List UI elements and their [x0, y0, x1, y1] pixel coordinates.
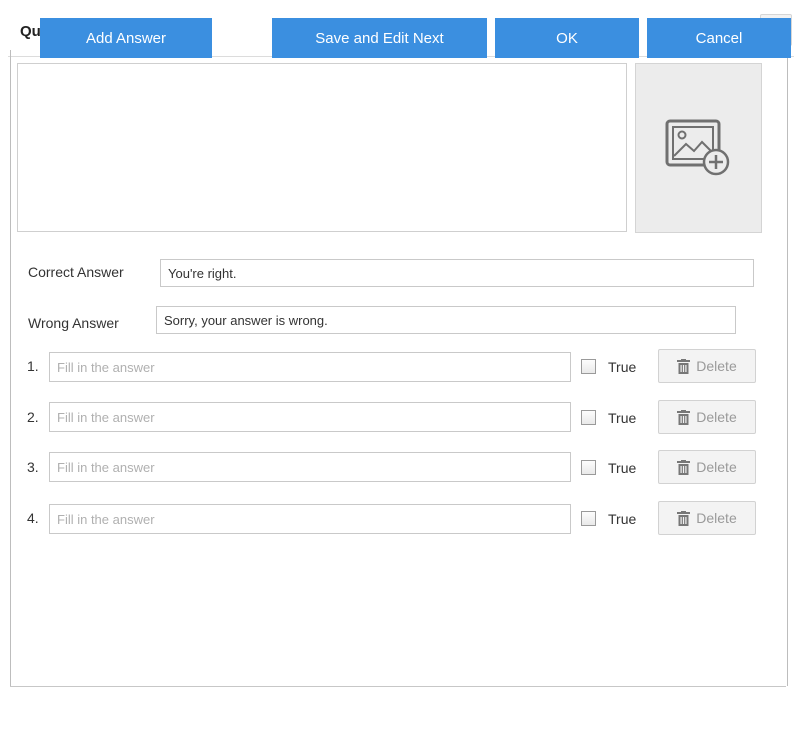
true-label: True: [608, 410, 637, 426]
answer-number: 4.: [27, 510, 39, 526]
correct-answer-field[interactable]: [160, 259, 754, 287]
cancel-button[interactable]: Cancel: [647, 18, 791, 58]
delete-label: Delete: [696, 459, 737, 475]
trash-icon: [677, 510, 691, 526]
answer-input[interactable]: [49, 452, 571, 482]
answer-number: 1.: [27, 358, 39, 374]
trash-icon: [677, 459, 691, 475]
delete-label: Delete: [696, 409, 737, 425]
true-label: True: [608, 359, 637, 375]
trash-icon: [677, 358, 691, 374]
true-checkbox[interactable]: [581, 359, 596, 374]
delete-answer-button[interactable]: Delete: [658, 450, 756, 484]
delete-answer-button[interactable]: Delete: [658, 349, 756, 383]
wrong-answer-field[interactable]: [156, 306, 736, 334]
true-label: True: [608, 511, 637, 527]
true-checkbox[interactable]: [581, 511, 596, 526]
true-checkbox[interactable]: [581, 410, 596, 425]
trash-icon: [677, 409, 691, 425]
true-checkbox[interactable]: [581, 460, 596, 475]
delete-label: Delete: [696, 358, 737, 374]
wrong-answer-label: Wrong Answer: [28, 315, 119, 331]
true-label: True: [608, 460, 637, 476]
save-and-edit-next-button[interactable]: Save and Edit Next: [272, 18, 487, 58]
answer-input[interactable]: [49, 504, 571, 534]
answer-number: 2.: [27, 409, 39, 425]
correct-answer-label: Correct Answer: [28, 264, 124, 280]
answer-number: 3.: [27, 459, 39, 475]
delete-answer-button[interactable]: Delete: [658, 400, 756, 434]
dialog-footer: [10, 686, 786, 750]
delete-answer-button[interactable]: Delete: [658, 501, 756, 535]
answer-input[interactable]: [49, 352, 571, 382]
delete-label: Delete: [696, 510, 737, 526]
question-text-area[interactable]: [17, 63, 627, 232]
add-answer-button[interactable]: Add Answer: [40, 18, 212, 58]
ok-button[interactable]: OK: [495, 18, 639, 58]
image-upload-button[interactable]: [635, 63, 762, 233]
image-add-icon: [665, 119, 729, 176]
answer-input[interactable]: [49, 402, 571, 432]
